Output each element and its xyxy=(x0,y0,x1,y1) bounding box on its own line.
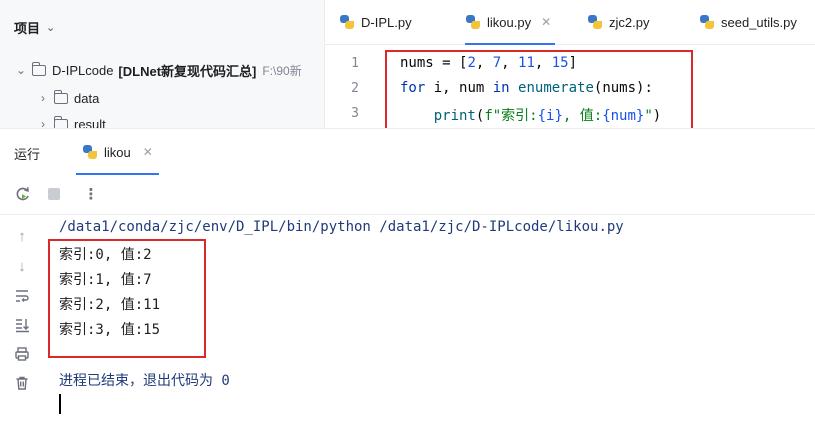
console-output[interactable]: /data1/conda/zjc/env/D_IPL/bin/python /d… xyxy=(44,215,815,426)
code-highlight-box xyxy=(385,50,693,128)
console-side-toolbar: ↑ ↓ xyxy=(0,215,44,426)
print-icon[interactable] xyxy=(11,343,33,365)
arrow-up-icon[interactable]: ↑ xyxy=(11,225,33,247)
python-file-icon xyxy=(587,14,603,30)
chevron-right-icon[interactable]: › xyxy=(36,91,50,105)
tree-item-label: result xyxy=(74,116,106,129)
folder-icon xyxy=(31,61,46,76)
line-number: 3 xyxy=(351,106,359,121)
python-file-icon xyxy=(339,14,355,30)
arrow-down-icon[interactable]: ↓ xyxy=(11,255,33,277)
console-exit-message: 进程已结束，退出代码为 0 xyxy=(59,373,230,389)
tab-label: seed_utils.py xyxy=(721,14,797,30)
project-header[interactable]: 项目 ⌄ xyxy=(14,18,55,37)
tree-item-result[interactable]: › result xyxy=(36,112,106,128)
console-command-line: /data1/conda/zjc/env/D_IPL/bin/python /d… xyxy=(59,219,624,235)
output-highlight-box xyxy=(48,239,206,358)
tab-zjc2[interactable]: zjc2.py xyxy=(587,0,649,44)
root-path: F:\90新 xyxy=(262,63,302,78)
soft-wrap-icon[interactable] xyxy=(11,285,33,307)
run-tab-likou[interactable]: likou ✕ xyxy=(72,137,163,175)
chevron-down-icon[interactable]: ⌄ xyxy=(14,63,28,77)
folder-icon xyxy=(53,89,68,104)
tab-seed-utils[interactable]: seed_utils.py xyxy=(699,0,797,44)
more-vertical-icon[interactable]: ⋮ xyxy=(80,183,102,205)
scroll-to-end-icon[interactable] xyxy=(11,314,33,336)
tree-item-root[interactable]: ⌄ D-IPLcode [DLNet新复现代码汇总] F:\90新 xyxy=(14,58,302,82)
tree-item-label: data xyxy=(74,90,100,106)
rerun-icon[interactable] xyxy=(12,183,34,205)
editor-panel: D-IPL.py likou.py ✕ zjc2.py seed_utils.p… xyxy=(325,0,815,128)
tab-label: D-IPL.py xyxy=(361,14,412,30)
run-title: 运行 xyxy=(14,147,41,162)
root-name: D-IPLcode xyxy=(52,62,114,78)
line-number: 2 xyxy=(351,81,359,96)
run-toolbar: ⋮ xyxy=(0,174,815,215)
line-gutter: 1 2 3 xyxy=(325,44,377,128)
python-file-icon xyxy=(465,14,481,30)
chevron-down-icon: ⌄ xyxy=(46,22,56,34)
project-panel: 项目 ⌄ ⌄ D-IPLcode [DLNet新复现代码汇总] F:\90新 ›… xyxy=(0,0,325,128)
folder-icon xyxy=(53,115,68,128)
tab-d-ipl[interactable]: D-IPL.py xyxy=(339,0,412,44)
tree-item-data[interactable]: › data xyxy=(36,86,99,110)
line-number: 1 xyxy=(351,56,359,71)
stop-icon[interactable] xyxy=(43,183,65,205)
run-tab-label: likou xyxy=(104,144,131,160)
tab-label: zjc2.py xyxy=(609,14,650,30)
text-cursor xyxy=(59,394,61,414)
python-file-icon xyxy=(699,14,715,30)
close-icon[interactable]: ✕ xyxy=(541,15,551,29)
editor-tabs: D-IPL.py likou.py ✕ zjc2.py seed_utils.p… xyxy=(325,0,815,45)
tab-label: likou.py xyxy=(487,14,532,30)
root-bracket: [DLNet新复现代码汇总] xyxy=(118,63,257,79)
tab-likou[interactable]: likou.py ✕ xyxy=(465,0,556,45)
python-file-icon xyxy=(82,144,98,160)
trash-icon[interactable] xyxy=(11,372,33,394)
chevron-right-icon[interactable]: › xyxy=(36,117,50,128)
run-tool-window-header: 运行 likou ✕ xyxy=(0,128,815,175)
close-icon[interactable]: ✕ xyxy=(143,145,153,159)
project-header-label: 项目 xyxy=(14,21,41,36)
